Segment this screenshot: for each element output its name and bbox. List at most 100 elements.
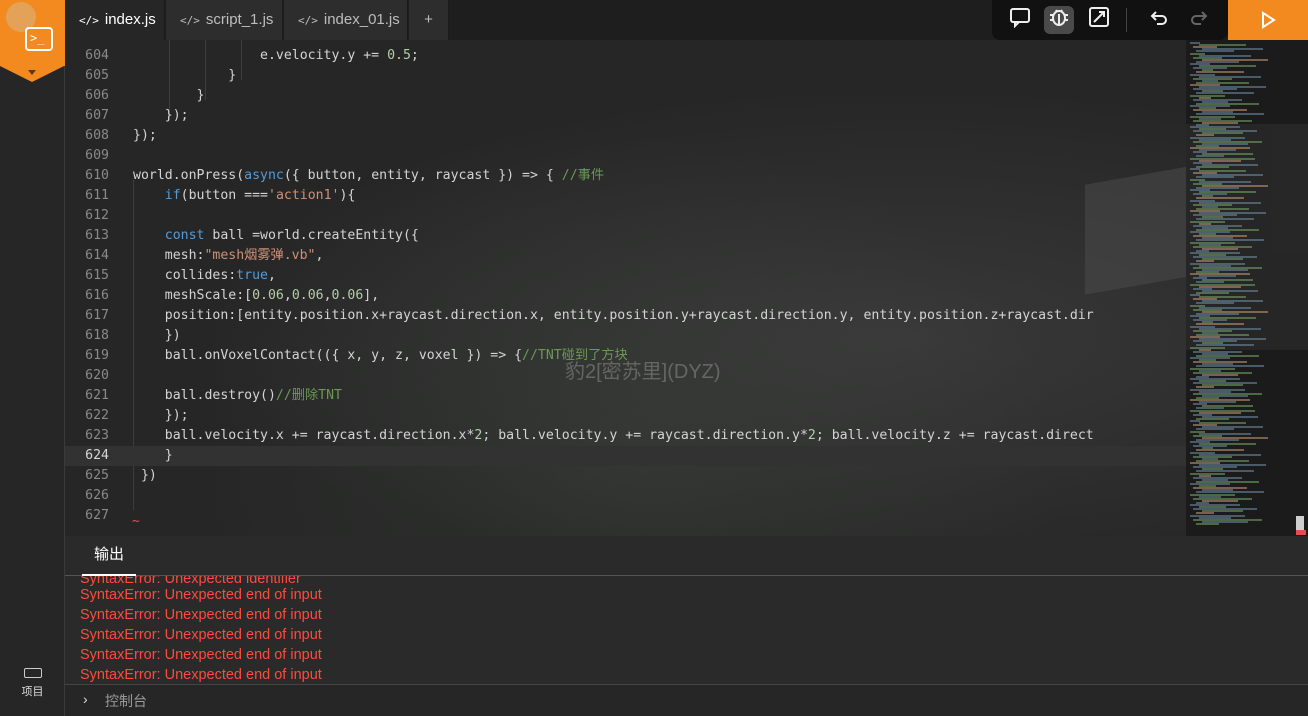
redo-icon[interactable] bbox=[1184, 6, 1214, 34]
output-panel: 输出 SyntaxError: Unexpected identifier Sy… bbox=[65, 536, 1308, 716]
error-marker: ~ bbox=[132, 514, 140, 529]
line-number: 626 bbox=[85, 488, 109, 503]
folder-icon bbox=[23, 668, 42, 678]
code-line[interactable]: 608}); bbox=[65, 126, 1186, 146]
code-text: } bbox=[133, 88, 205, 103]
code-text: }) bbox=[133, 328, 181, 343]
chevron-right-icon: › bbox=[83, 691, 88, 707]
left-rail: >_ 项目 bbox=[0, 0, 65, 716]
code-line[interactable]: 626 bbox=[65, 486, 1186, 506]
code-text: } bbox=[133, 68, 237, 83]
log-line: SyntaxError: Unexpected end of input bbox=[80, 607, 322, 623]
code-line[interactable]: 611 if(button ==='action1'){ bbox=[65, 186, 1186, 206]
code-text: ball.onVoxelContact(({ x, y, z, voxel })… bbox=[133, 348, 628, 363]
code-line[interactable]: 610 world.onPress(async({ button, entity,… bbox=[65, 166, 1186, 186]
output-log: SyntaxError: Unexpected identifier Synta… bbox=[65, 576, 1308, 684]
line-number: 605 bbox=[85, 68, 109, 83]
code-text: world.onPress(async({ button, entity, ra… bbox=[133, 168, 605, 183]
code-line[interactable]: 627 bbox=[65, 506, 1186, 526]
console-input[interactable] bbox=[103, 689, 703, 713]
code-text: const ball =world.createEntity({ bbox=[164, 228, 419, 243]
debug-icon[interactable] bbox=[1044, 6, 1074, 34]
resize-icon[interactable] bbox=[1084, 6, 1114, 34]
tab-index-01-js[interactable]: </> index_01.js bbox=[284, 0, 408, 40]
line-number: 622 bbox=[85, 408, 109, 423]
code-line[interactable]: 614 mesh:"mesh烟雾弹.vb", bbox=[65, 246, 1186, 266]
minimap-line bbox=[1196, 291, 1229, 294]
line-number: 625 bbox=[85, 468, 109, 483]
undo-icon[interactable] bbox=[1144, 6, 1174, 34]
code-line[interactable]: 607 }); bbox=[65, 106, 1186, 126]
code-line[interactable]: 624 } bbox=[65, 446, 1186, 466]
add-tab-button[interactable]: + bbox=[409, 0, 449, 40]
code-text: } bbox=[133, 448, 173, 463]
tab-label: index.js bbox=[104, 11, 156, 28]
code-line[interactable]: 604 e.velocity.y += 0.5; bbox=[65, 46, 1186, 66]
minimap[interactable] bbox=[1186, 40, 1308, 536]
line-number: 612 bbox=[85, 208, 109, 223]
line-number: 618 bbox=[85, 328, 109, 343]
app-logo-button[interactable]: >_ bbox=[0, 0, 65, 82]
play-icon bbox=[1262, 11, 1276, 29]
top-bar: </> index.js </> script_1.js </> index_01.j… bbox=[65, 0, 1308, 40]
tab-script-1-js[interactable]: </> script_1.js bbox=[166, 0, 283, 40]
output-tabs: 输出 bbox=[65, 536, 1308, 576]
scrollbar-error-marker bbox=[1296, 530, 1306, 535]
code-file-icon: </> bbox=[79, 14, 99, 27]
code-text: }); bbox=[133, 128, 157, 143]
code-text: e.velocity.y += 0.5; bbox=[133, 48, 419, 63]
code-file-icon: </> bbox=[298, 14, 318, 27]
code-line[interactable]: 616 meshScale:[0.06,0.06,0.06], bbox=[65, 286, 1186, 306]
code-text: position:[entity.position.x+raycast.dire… bbox=[133, 308, 1094, 323]
line-number: 614 bbox=[85, 248, 109, 263]
code-line[interactable]: 617 position:[entity.position.x+raycast.… bbox=[65, 306, 1186, 326]
tab-index-js[interactable]: </> index.js bbox=[65, 0, 165, 40]
tab-label: index_01.js bbox=[323, 11, 400, 28]
console-row: › bbox=[65, 684, 1308, 716]
code-line[interactable]: 612 bbox=[65, 206, 1186, 226]
code-line[interactable]: 620 bbox=[65, 366, 1186, 386]
code-line[interactable]: 622 }); bbox=[65, 406, 1186, 426]
log-line: SyntaxError: Unexpected end of input bbox=[80, 647, 322, 663]
minimap-line bbox=[1196, 165, 1229, 168]
comment-icon[interactable] bbox=[1005, 6, 1035, 34]
code-line[interactable]: 618 }) bbox=[65, 326, 1186, 346]
line-number: 619 bbox=[85, 348, 109, 363]
code-text: }); bbox=[133, 108, 189, 123]
line-number: 616 bbox=[85, 288, 109, 303]
toolbar bbox=[992, 0, 1228, 40]
run-button[interactable] bbox=[1228, 0, 1308, 40]
code-line[interactable]: 609 bbox=[65, 146, 1186, 166]
tab-output[interactable]: 输出 bbox=[82, 536, 137, 576]
line-number: 627 bbox=[85, 508, 109, 523]
chevron-down-icon bbox=[28, 70, 36, 75]
line-number: 604 bbox=[85, 48, 109, 63]
line-number: 623 bbox=[85, 428, 109, 443]
line-number: 613 bbox=[85, 228, 109, 243]
line-number: 610 bbox=[85, 168, 109, 183]
code-text: ball.velocity.x += raycast.direction.x*2… bbox=[133, 428, 1094, 443]
code-editor[interactable]: 豹2[密苏里](DYZ) 604 e.velocity.y += 0.5; 605… bbox=[65, 40, 1186, 536]
line-number: 615 bbox=[85, 268, 109, 283]
minimap-line bbox=[1196, 417, 1229, 420]
line-number: 621 bbox=[85, 388, 109, 403]
line-number: 609 bbox=[85, 148, 109, 163]
code-line[interactable]: 623 ball.velocity.x += raycast.direction… bbox=[65, 426, 1186, 446]
code-line[interactable]: 625 }) bbox=[65, 466, 1186, 486]
code-text: }); bbox=[133, 408, 189, 423]
code-line[interactable]: 613 const ball =world.createEntity({ bbox=[65, 226, 1186, 246]
terminal-icon: >_ bbox=[25, 27, 53, 51]
code-line[interactable]: 605 } bbox=[65, 66, 1186, 86]
log-line: SyntaxError: Unexpected end of input bbox=[80, 587, 322, 603]
tab-label: script_1.js bbox=[205, 11, 274, 28]
minimap-line bbox=[1196, 522, 1219, 525]
log-line: SyntaxError: Unexpected end of input bbox=[80, 627, 322, 643]
code-line[interactable]: 621 ball.destroy()//删除TNT bbox=[65, 386, 1186, 406]
code-line[interactable]: 615 collides:true, bbox=[65, 266, 1186, 286]
code-line[interactable]: 619 ball.onVoxelContact(({ x, y, z, voxe… bbox=[65, 346, 1186, 366]
line-number: 606 bbox=[85, 88, 109, 103]
toolbar-divider bbox=[1126, 8, 1127, 32]
code-text: }) bbox=[133, 468, 157, 483]
sidebar-item-project[interactable]: 项目 bbox=[0, 662, 65, 712]
code-line[interactable]: 606 } bbox=[65, 86, 1186, 106]
